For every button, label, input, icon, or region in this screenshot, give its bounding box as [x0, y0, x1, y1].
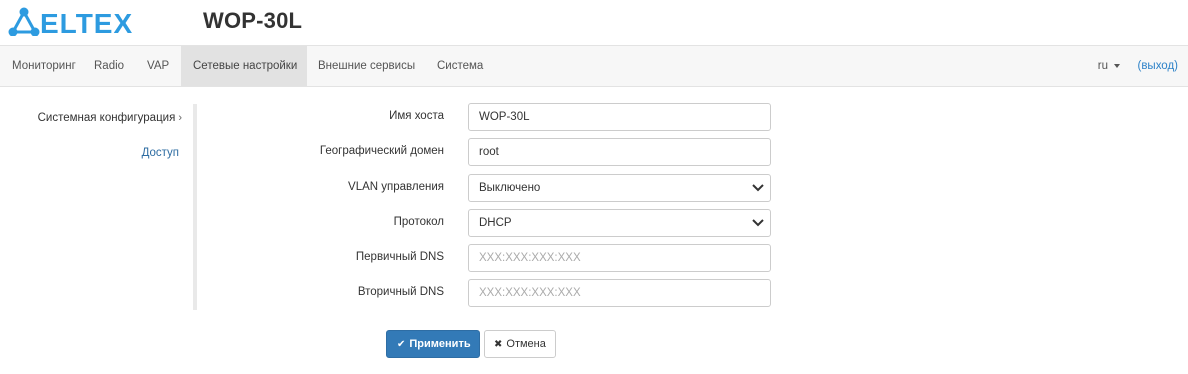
language-label: ru: [1097, 60, 1108, 72]
vlan-select[interactable]: Выключено: [468, 174, 771, 202]
protocol-select-value: DHCP: [479, 217, 512, 229]
vlan-label: VLAN управления: [348, 181, 444, 193]
form-row-hostname: Имя хоста WOP-30L: [200, 103, 780, 131]
nav-vap[interactable]: VAP: [135, 46, 181, 86]
nav-radio[interactable]: Radio: [82, 46, 136, 86]
eltex-logo[interactable]: ELTEX: [8, 6, 158, 36]
nav-network-settings[interactable]: Сетевые настройки: [181, 46, 307, 86]
form-row-domain: Географический домен root: [200, 138, 780, 166]
form-row-dns1: Первичный DNS XXX:XXX:XXX:XXX: [200, 244, 780, 272]
sidebar-item-system-config[interactable]: Системная конфигурация ›: [38, 112, 182, 124]
form-row-vlan: VLAN управления Выключено: [200, 174, 780, 202]
vlan-select-value: Выключено: [479, 182, 541, 194]
dns1-label: Первичный DNS: [355, 251, 444, 263]
main-navbar: Мониторинг Radio VAP Сетевые настройки В…: [0, 45, 1188, 87]
close-icon: ✖: [494, 339, 503, 350]
protocol-select[interactable]: DHCP: [468, 209, 771, 237]
nav-external-services[interactable]: Внешние сервисы: [306, 46, 427, 86]
domain-input[interactable]: root: [468, 138, 771, 166]
apply-button[interactable]: ✔ Применить: [386, 330, 480, 358]
cancel-button-label: Отмена: [506, 338, 546, 350]
sidebar: Системная конфигурация › Доступ: [0, 104, 197, 310]
form-row-protocol: Протокол DHCP: [200, 209, 780, 237]
protocol-label: Протокол: [393, 216, 444, 228]
cancel-button[interactable]: ✖ Отмена: [484, 330, 556, 358]
header: ELTEX WOP-30L: [0, 0, 1188, 45]
sidebar-item-label: Системная конфигурация: [37, 112, 176, 124]
dns2-input[interactable]: XXX:XXX:XXX:XXX: [468, 279, 771, 307]
hostname-input[interactable]: WOP-30L: [468, 103, 771, 131]
chevron-down-icon: [752, 184, 764, 192]
sidebar-item-access[interactable]: Доступ: [142, 147, 179, 159]
device-model: WOP-30L: [203, 8, 303, 33]
language-selector[interactable]: ru: [1098, 46, 1120, 86]
dns1-input[interactable]: XXX:XXX:XXX:XXX: [468, 244, 771, 272]
nav-system[interactable]: Система: [425, 46, 495, 86]
hostname-label: Имя хоста: [389, 110, 444, 122]
check-icon: ✔: [397, 339, 406, 350]
caret-down-icon: [1114, 63, 1120, 68]
form-row-dns2: Вторичный DNS XXX:XXX:XXX:XXX: [200, 279, 780, 307]
nav-monitoring[interactable]: Мониторинг: [0, 46, 88, 86]
dns2-label: Вторичный DNS: [357, 286, 444, 298]
domain-label: Географический домен: [319, 145, 444, 157]
logout-link[interactable]: (выход): [1137, 46, 1178, 86]
chevron-right-icon: ›: [178, 112, 182, 124]
apply-button-label: Применить: [409, 338, 471, 350]
svg-text:ELTEX: ELTEX: [40, 8, 133, 36]
chevron-down-icon: [752, 219, 764, 227]
